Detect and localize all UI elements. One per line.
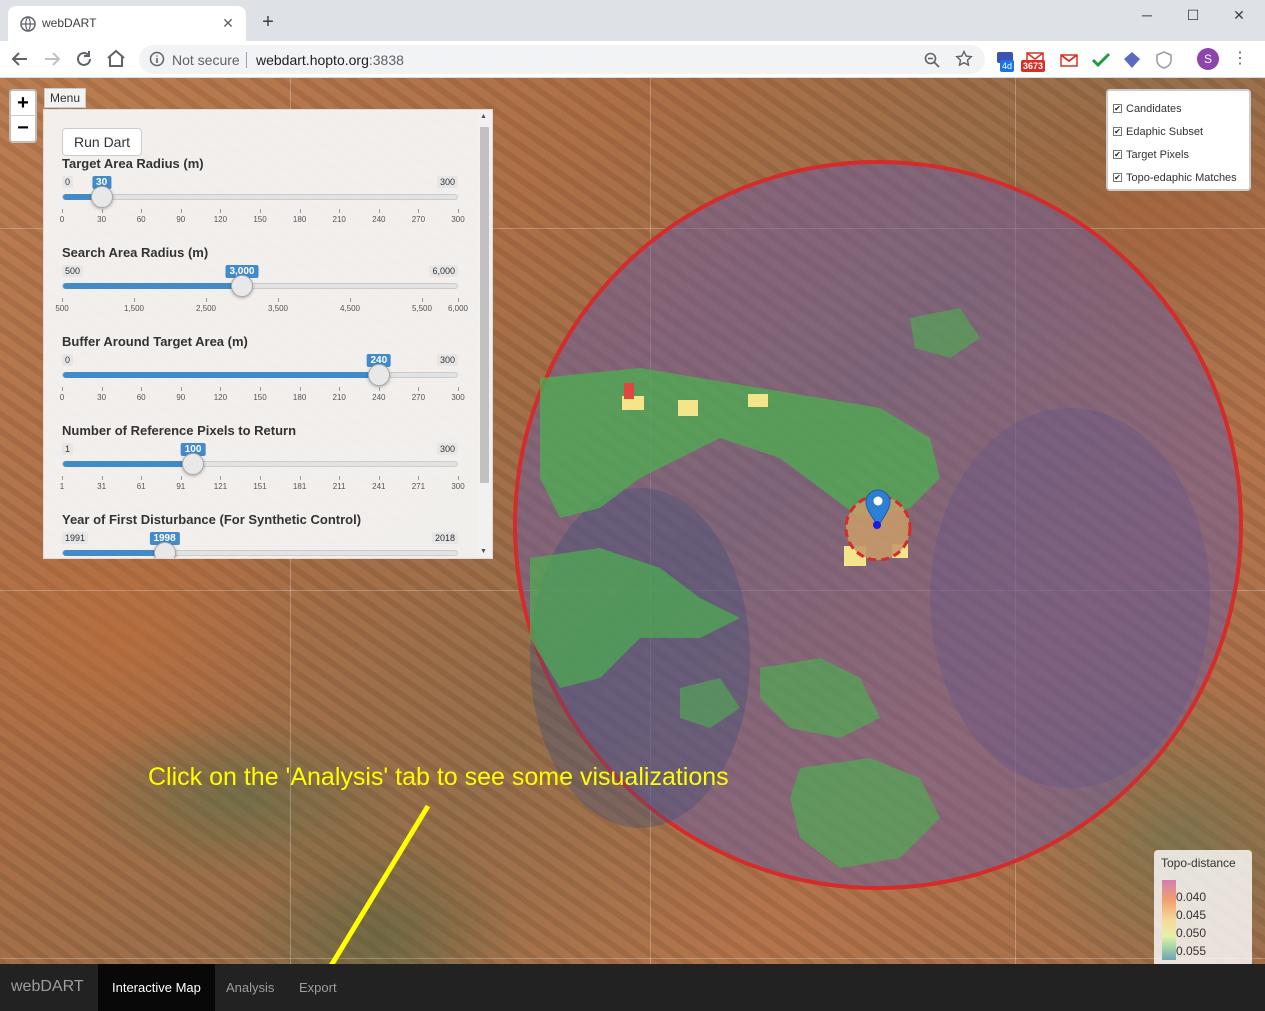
browser-tab-strip: webDART ✕ + ─ ☐ ✕	[0, 0, 1265, 41]
check-icon[interactable]	[1090, 50, 1112, 70]
home-icon[interactable]	[104, 47, 128, 71]
back-icon[interactable]	[8, 47, 32, 71]
shield-icon[interactable]	[1153, 50, 1175, 70]
tab-title: webDART	[42, 16, 97, 30]
extension-diamond-icon[interactable]	[1121, 50, 1143, 70]
map-canvas[interactable]: + − Menu Run Dart Target Area Radius (m)…	[0, 78, 1265, 964]
reload-icon[interactable]	[72, 47, 96, 71]
info-icon[interactable]	[149, 51, 165, 67]
browser-menu-icon[interactable]: ⋮	[1232, 49, 1248, 69]
tab-analysis[interactable]: Analysis	[212, 964, 288, 1011]
tab-interactive-map[interactable]: Interactive Map	[98, 964, 215, 1011]
security-label: Not secure	[172, 52, 240, 68]
bookmark-star-icon[interactable]	[955, 50, 973, 68]
url-port: :3838	[368, 52, 404, 68]
app-brand[interactable]: webDART	[11, 978, 84, 996]
tab-export[interactable]: Export	[285, 964, 351, 1011]
app-navbar: webDART Interactive Map Analysis Export	[0, 964, 1265, 1011]
url-host: webdart.hopto.org	[256, 52, 369, 68]
extension-4d-badge: 4d	[1000, 60, 1015, 72]
minimize-icon[interactable]: ─	[1124, 2, 1170, 28]
zoom-icon[interactable]	[923, 51, 941, 69]
close-tab-icon[interactable]: ✕	[218, 13, 238, 33]
gmail-unread-badge: 3673	[1021, 60, 1046, 72]
window-close-icon[interactable]: ✕	[1216, 2, 1262, 28]
browser-toolbar: Not secure webdart.hopto.org:3838 4d 367…	[0, 41, 1265, 78]
profile-avatar[interactable]: S	[1197, 48, 1219, 70]
address-bar[interactable]: Not secure webdart.hopto.org:3838	[139, 45, 985, 74]
url-text[interactable]: webdart.hopto.org:3838	[256, 52, 404, 68]
maximize-icon[interactable]: ☐	[1170, 2, 1216, 28]
browser-tab[interactable]: webDART ✕	[8, 6, 246, 41]
gmail-icon[interactable]	[1058, 50, 1080, 70]
globe-icon	[20, 16, 36, 32]
forward-icon[interactable]	[40, 47, 64, 71]
new-tab-icon[interactable]: +	[256, 10, 280, 34]
annotation-arrow	[329, 804, 431, 964]
omnibox-divider	[246, 52, 247, 68]
annotation-arrow-line	[329, 804, 431, 964]
